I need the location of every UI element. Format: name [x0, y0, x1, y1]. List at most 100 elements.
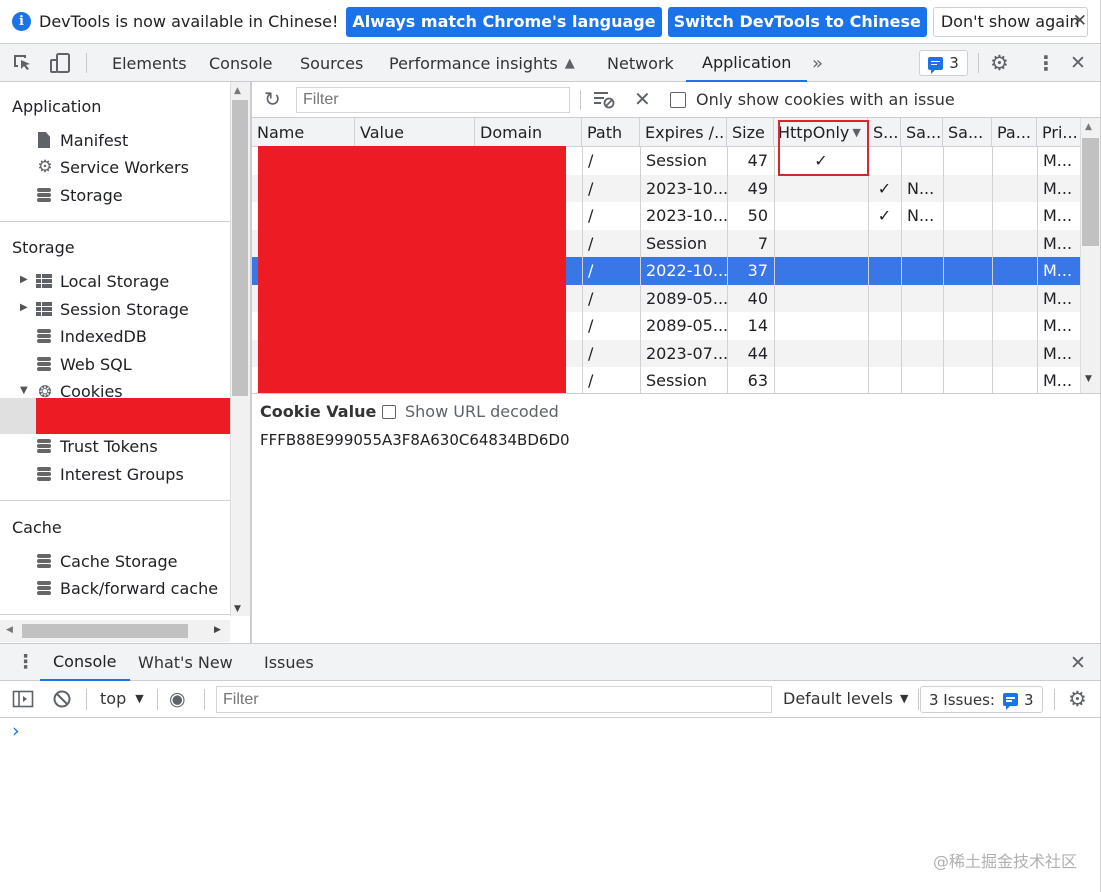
more-tabs-icon[interactable]: » [812, 44, 823, 82]
cookie-value-pane: Cookie Value Show URL decoded FFFB88E999… [252, 393, 1101, 643]
console-settings-gear-icon[interactable]: ⚙ [1068, 687, 1087, 711]
column-header-value[interactable]: Value [355, 118, 475, 147]
cell-size: 37 [747, 261, 768, 281]
always-match-language-button[interactable]: Always match Chrome's language [346, 6, 662, 37]
column-header-size[interactable]: Size [727, 118, 774, 147]
column-header-partition-key[interactable]: Pa... [992, 118, 1037, 147]
sidebar-vertical-scrollbar-thumb[interactable] [232, 100, 248, 396]
column-header-secure[interactable]: S... [868, 118, 901, 147]
more-options-icon[interactable]: ⋮ [1036, 51, 1056, 75]
close-devtools-icon[interactable]: ✕ [1070, 52, 1086, 74]
redaction-overlay [258, 146, 566, 393]
collapse-arrow-icon[interactable]: ▼ [20, 385, 28, 396]
switch-to-chinese-button[interactable]: Switch DevTools to Chinese [667, 6, 927, 37]
sidebar-item-label: Trust Tokens [60, 436, 158, 456]
drawer-tab-issues[interactable]: Issues [264, 644, 314, 681]
cell-priority: M... [1043, 178, 1073, 198]
scroll-down-arrow-icon[interactable]: ▼ [234, 604, 241, 614]
column-separator [868, 147, 869, 393]
column-header-sameparty[interactable]: Sa... [943, 118, 992, 147]
sidebar-item-service-workers[interactable]: ⚙ Service Workers [36, 154, 189, 180]
tab-performance-insights[interactable]: Performance insights ▲ [389, 44, 575, 82]
device-toolbar-icon[interactable] [48, 52, 72, 74]
refresh-icon[interactable]: ↻ [264, 87, 281, 111]
cell-size: 14 [747, 316, 768, 336]
settings-gear-icon[interactable]: ⚙ [990, 51, 1009, 75]
scroll-right-arrow-icon[interactable]: ▶ [214, 625, 221, 635]
tab-sources[interactable]: Sources [300, 44, 363, 82]
sidebar-item-session-storage[interactable]: Session Storage [36, 296, 189, 322]
column-header-samesite[interactable]: Sa... [901, 118, 943, 147]
table-icon [36, 274, 52, 288]
drawer-tab-console[interactable]: Console [40, 644, 130, 681]
cell-path: / [588, 206, 594, 226]
cell-priority: M... [1043, 206, 1073, 226]
console-input-area[interactable] [30, 722, 1090, 832]
column-header-name[interactable]: Name [252, 118, 355, 147]
log-levels-select[interactable]: Default levels ▼ [783, 689, 908, 708]
sidebar-item-cookie-origin-selected[interactable] [0, 398, 36, 434]
cell-secure [868, 312, 901, 340]
column-header-priority[interactable]: Pri... [1037, 118, 1080, 147]
checkbox-icon[interactable] [670, 91, 686, 108]
checkbox-icon[interactable] [382, 404, 396, 419]
cell-priority: M... [1043, 288, 1073, 308]
sidebar-horizontal-scrollbar-thumb[interactable] [22, 624, 188, 638]
tab-elements[interactable]: Elements [112, 44, 187, 82]
sidebar-item-trust-tokens[interactable]: Trust Tokens [36, 433, 158, 459]
cell-size: 50 [747, 206, 768, 226]
scroll-up-arrow-icon[interactable]: ▲ [234, 86, 241, 96]
table-vertical-scrollbar-thumb[interactable] [1082, 138, 1099, 246]
database-icon [37, 328, 51, 344]
sidebar-item-back-forward-cache[interactable]: Back/forward cache [36, 575, 218, 601]
show-sidebar-icon[interactable] [12, 689, 34, 709]
table-icon [36, 302, 52, 316]
drawer-menu-icon[interactable]: ⋮ [16, 651, 35, 673]
column-separator [943, 147, 944, 393]
issues-counter-button[interactable]: 3 [919, 50, 968, 76]
eye-icon[interactable]: ◉ [169, 688, 186, 710]
close-drawer-icon[interactable]: ✕ [1070, 652, 1086, 674]
console-filter-input[interactable] [216, 686, 772, 713]
delete-selected-icon[interactable]: ✕ [634, 87, 651, 111]
dont-show-again-button[interactable]: Don't show again [932, 6, 1088, 37]
show-url-decoded-toggle[interactable]: Show URL decoded [382, 402, 559, 421]
tab-console[interactable]: Console [209, 44, 273, 82]
scroll-left-arrow-icon[interactable]: ◀ [6, 625, 13, 635]
cell-size: 47 [747, 151, 768, 171]
cell-sameparty [943, 147, 992, 175]
cookie-value-text[interactable]: FFFB88E999055A3F8A630C64834BD6D0 [260, 431, 570, 449]
execution-context-select[interactable]: top ▼ [100, 689, 144, 708]
sidebar-item-storage-overview[interactable]: Storage [36, 182, 123, 208]
column-header-domain[interactable]: Domain [475, 118, 582, 147]
sidebar-item-manifest[interactable]: Manifest [36, 127, 128, 153]
cell-path: / [588, 343, 594, 363]
close-icon[interactable]: ✕ [1073, 11, 1087, 31]
issues-button[interactable]: 3 Issues: 3 [920, 686, 1043, 713]
expand-arrow-icon[interactable]: ▶ [20, 274, 28, 285]
scroll-down-arrow-icon[interactable]: ▼ [1085, 374, 1092, 384]
tab-network[interactable]: Network [607, 44, 674, 82]
cell-secure: ✓ [877, 206, 892, 226]
cookies-filter-input[interactable] [296, 87, 570, 113]
sidebar-item-web-sql[interactable]: Web SQL [36, 351, 132, 377]
sidebar-item-local-storage[interactable]: Local Storage [36, 268, 169, 294]
clear-filtered-cookies-icon[interactable] [592, 88, 616, 110]
column-header-expires[interactable]: Expires /... [640, 118, 727, 147]
tab-application[interactable]: Application [686, 44, 808, 82]
only-issue-cookies-toggle[interactable]: Only show cookies with an issue [670, 90, 955, 109]
sidebar-item-cache-storage[interactable]: Cache Storage [36, 548, 177, 574]
column-header-path[interactable]: Path [582, 118, 640, 147]
console-prompt-icon[interactable]: › [12, 720, 20, 742]
chevron-down-icon: ▼ [135, 692, 144, 705]
inspect-element-icon[interactable] [12, 53, 34, 73]
database-icon [37, 580, 51, 596]
clear-console-icon[interactable] [52, 689, 72, 709]
column-separator [727, 147, 728, 393]
scroll-up-arrow-icon[interactable]: ▲ [1085, 122, 1092, 132]
cell-sameparty [943, 230, 992, 258]
sidebar-item-indexeddb[interactable]: IndexedDB [36, 323, 147, 349]
expand-arrow-icon[interactable]: ▶ [20, 302, 28, 313]
drawer-tab-whats-new[interactable]: What's New [138, 644, 233, 681]
sidebar-item-interest-groups[interactable]: Interest Groups [36, 461, 184, 487]
